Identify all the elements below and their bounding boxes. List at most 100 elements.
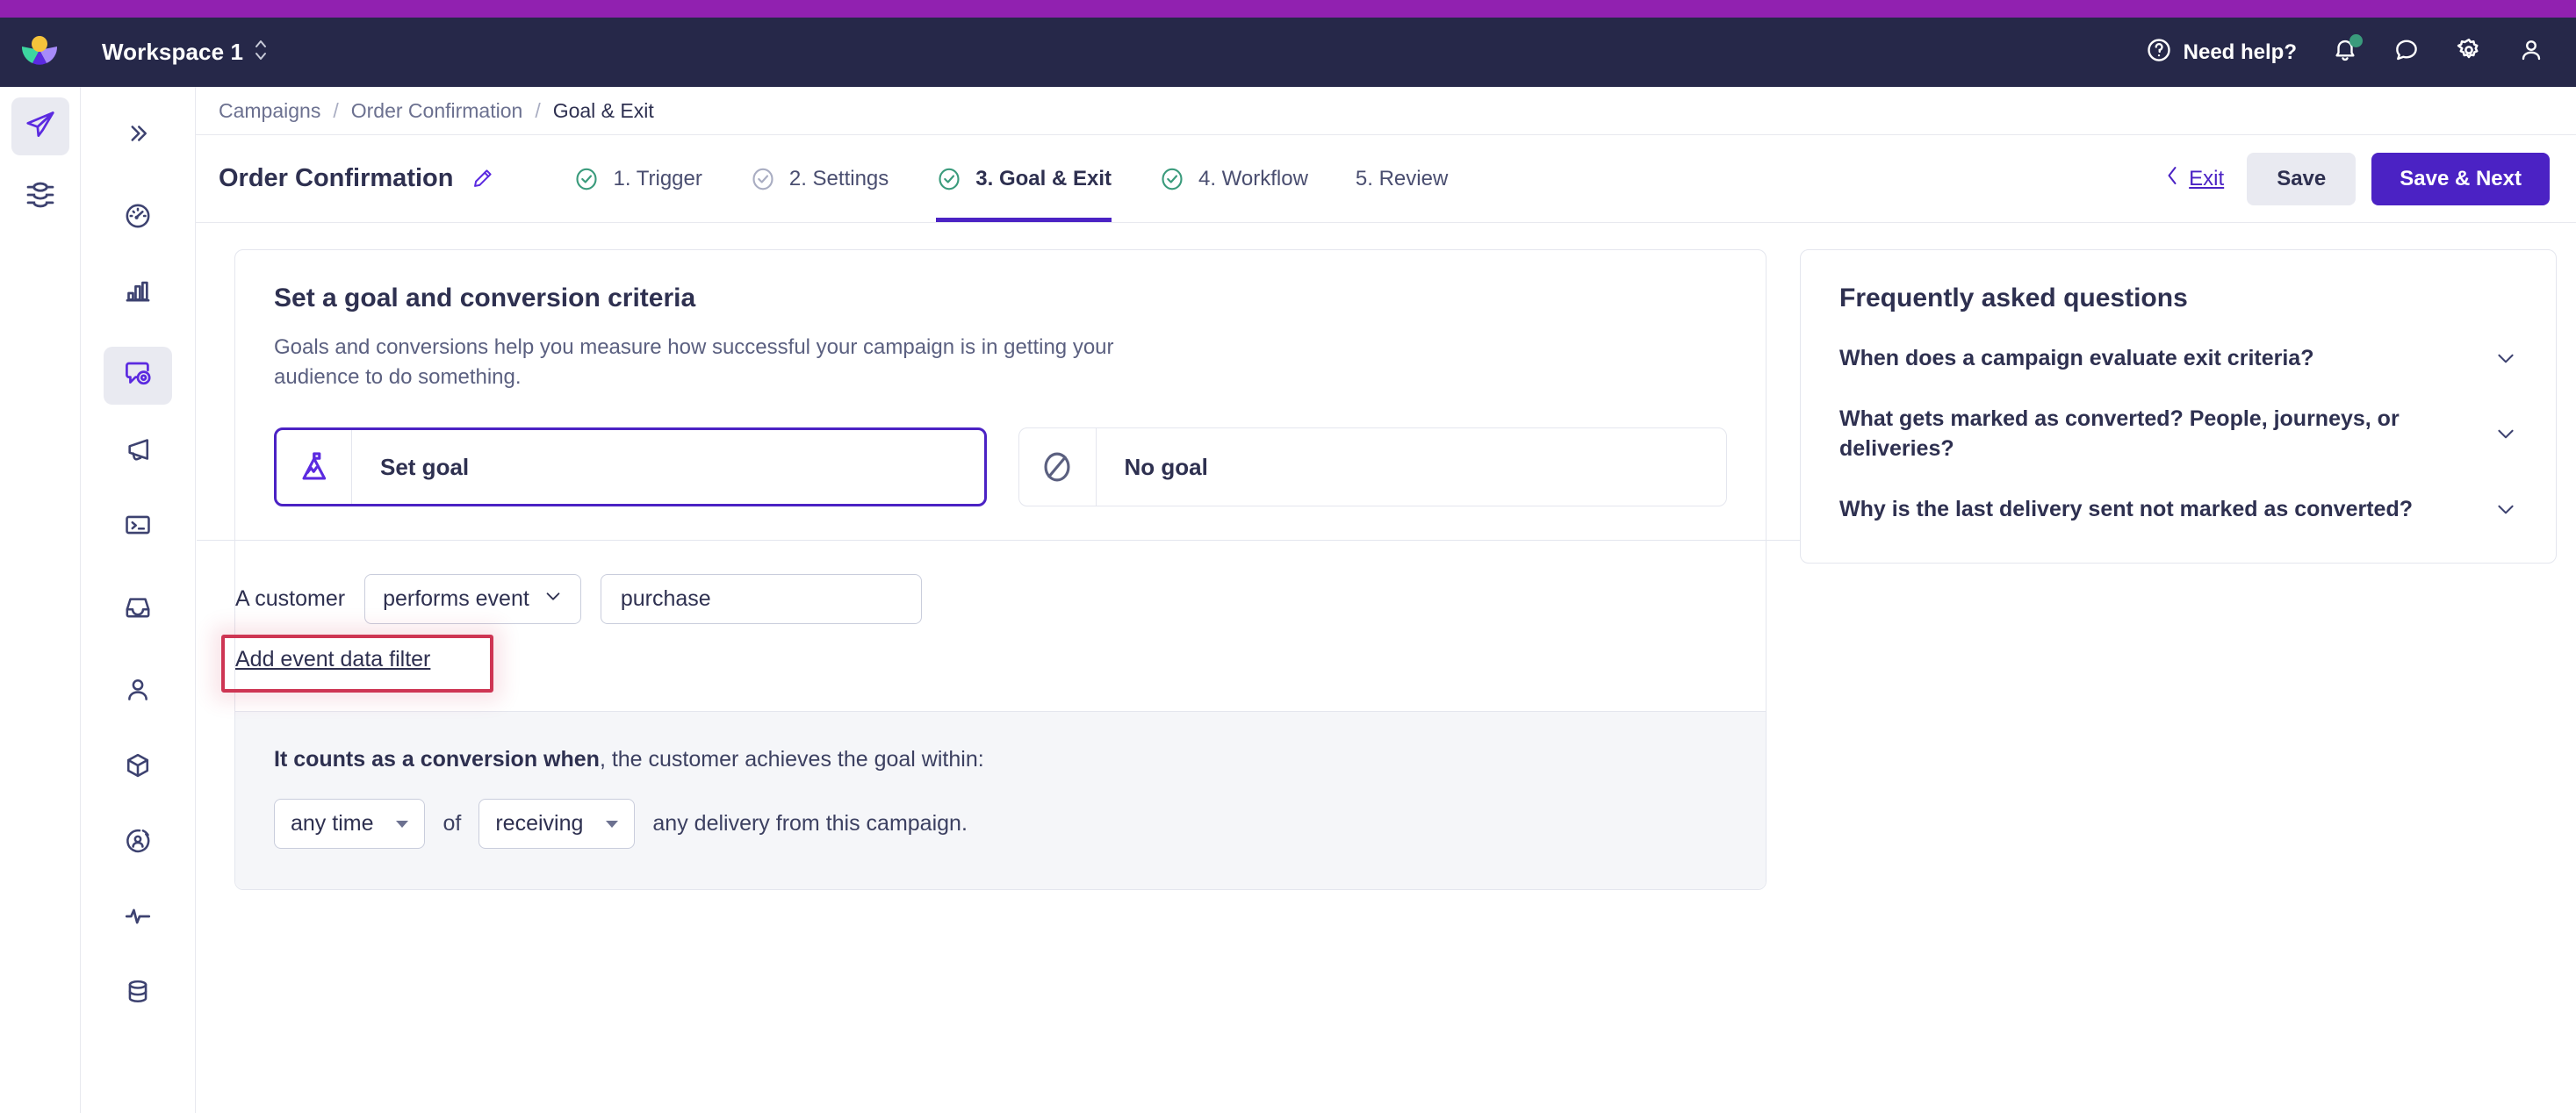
wizard-step-settings[interactable]: 2. Settings bbox=[750, 135, 889, 222]
mountain-flag-icon bbox=[277, 430, 352, 505]
goal-option-set-goal[interactable]: Set goal bbox=[274, 427, 987, 507]
rail-item-data[interactable] bbox=[11, 168, 69, 226]
conversion-lead-bold: It counts as a conversion when bbox=[274, 747, 600, 772]
secondary-sidebar bbox=[81, 87, 196, 1113]
breadcrumb-separator: / bbox=[333, 98, 339, 122]
conversion-joiner-label: of bbox=[443, 811, 462, 837]
wizard-step-label: 1. Trigger bbox=[613, 166, 702, 190]
faq-item-exit-criteria[interactable]: When does a campaign evaluate exit crite… bbox=[1839, 313, 2517, 374]
faq-question: Why is the last delivery sent not marked… bbox=[1839, 496, 2413, 521]
criteria-condition-select[interactable]: performs event bbox=[364, 574, 581, 625]
faq-card: Frequently asked questions When does a c… bbox=[1800, 249, 2557, 564]
main-content: Set a goal and conversion criteria Goals… bbox=[196, 223, 2576, 1113]
add-event-data-filter-wrapper: Add event data filter bbox=[221, 635, 493, 693]
sidebar-item-dashboard[interactable] bbox=[104, 189, 172, 247]
people-person-icon bbox=[123, 675, 153, 709]
wizard-step-label: 5. Review bbox=[1355, 166, 1449, 190]
global-navigation-bar: Workspace 1 Need help? bbox=[0, 18, 2576, 87]
notification-indicator-dot bbox=[2349, 34, 2363, 47]
exit-label: Exit bbox=[2189, 166, 2225, 190]
conversion-tail-label: any delivery from this campaign. bbox=[652, 811, 968, 837]
gear-icon bbox=[2455, 36, 2483, 68]
conversion-relation-value: receiving bbox=[495, 811, 584, 837]
sidebar-item-objects[interactable] bbox=[104, 738, 172, 796]
breadcrumb-item-campaigns[interactable]: Campaigns bbox=[219, 99, 320, 123]
wizard-step-goal-exit[interactable]: 3. Goal & Exit bbox=[936, 135, 1112, 222]
sidebar-item-activity[interactable] bbox=[104, 889, 172, 947]
wizard-step-review[interactable]: 5. Review bbox=[1356, 135, 1448, 222]
rail-item-journeys[interactable] bbox=[11, 97, 69, 155]
wizard-step-label: 4. Workflow bbox=[1198, 166, 1308, 190]
faq-item-marked-converted[interactable]: What gets marked as converted? People, j… bbox=[1839, 374, 2517, 464]
chevron-down-icon bbox=[2494, 347, 2517, 370]
breadcrumb-separator: / bbox=[535, 98, 541, 122]
account-button[interactable] bbox=[2518, 37, 2544, 68]
workspace-name: Workspace 1 bbox=[102, 39, 244, 65]
help-circle-icon bbox=[2146, 37, 2172, 68]
analytics-bar-chart-icon bbox=[123, 276, 153, 311]
need-help-label: Need help? bbox=[2183, 39, 2297, 64]
settings-button[interactable] bbox=[2455, 36, 2483, 68]
inbox-icon bbox=[123, 592, 153, 627]
chat-button[interactable] bbox=[2393, 37, 2420, 68]
customerio-logo bbox=[16, 29, 63, 76]
check-circle-icon bbox=[573, 166, 600, 192]
notifications-button[interactable] bbox=[2332, 34, 2363, 68]
caret-down-icon bbox=[606, 820, 619, 828]
chevron-down-icon bbox=[543, 586, 563, 612]
exit-button[interactable]: Exit bbox=[2165, 164, 2224, 193]
user-icon bbox=[2518, 37, 2544, 68]
sidebar-item-data-sources[interactable] bbox=[104, 965, 172, 1023]
wizard-header: Order Confirmation 1. Trigger 2. Setting… bbox=[196, 135, 2576, 223]
goal-option-no-goal[interactable]: No goal bbox=[1018, 427, 1727, 507]
sidebar-collapse-toggle[interactable] bbox=[104, 106, 172, 164]
goal-card-title: Set a goal and conversion criteria bbox=[274, 284, 696, 312]
wizard-step-trigger[interactable]: 1. Trigger bbox=[573, 135, 702, 222]
criteria-prefix-label: A customer bbox=[235, 586, 346, 612]
no-entry-icon bbox=[1019, 428, 1097, 506]
conversion-lead-rest: , the customer achieves the goal within: bbox=[599, 747, 984, 772]
breadcrumb-item-current: Goal & Exit bbox=[552, 98, 654, 122]
chat-bubble-icon bbox=[2393, 37, 2420, 68]
sidebar-item-campaigns[interactable] bbox=[104, 347, 172, 405]
save-button[interactable]: Save bbox=[2247, 152, 2357, 205]
breadcrumb: Campaigns / Order Confirmation / Goal & … bbox=[196, 87, 2576, 135]
breadcrumb-item-order-confirmation[interactable]: Order Confirmation bbox=[351, 99, 523, 123]
chevron-double-right-icon bbox=[125, 120, 151, 151]
campaigns-icon bbox=[122, 358, 154, 394]
event-name-input[interactable] bbox=[600, 574, 922, 625]
goal-option-label: No goal bbox=[1124, 453, 1208, 480]
sidebar-item-inbox[interactable] bbox=[104, 580, 172, 638]
faq-title: Frequently asked questions bbox=[1839, 284, 2188, 312]
sidebar-item-transactional[interactable] bbox=[104, 498, 172, 556]
wizard-step-workflow[interactable]: 4. Workflow bbox=[1159, 135, 1308, 222]
faq-item-last-delivery[interactable]: Why is the last delivery sent not marked… bbox=[1839, 464, 2517, 525]
sidebar-item-people[interactable] bbox=[104, 663, 172, 721]
conversion-relation-select[interactable]: receiving bbox=[479, 799, 636, 850]
segments-icon bbox=[123, 826, 153, 860]
conversion-window-value: any time bbox=[291, 811, 374, 837]
criteria-condition-value: performs event bbox=[383, 586, 529, 612]
sidebar-item-analytics[interactable] bbox=[104, 264, 172, 322]
add-event-data-filter-link[interactable]: Add event data filter bbox=[235, 647, 430, 671]
dashboard-gauge-icon bbox=[123, 201, 153, 235]
faq-question: What gets marked as converted? People, j… bbox=[1839, 406, 2400, 462]
workspace-switcher[interactable]: Workspace 1 bbox=[102, 37, 268, 68]
pencil-icon[interactable] bbox=[471, 167, 494, 190]
save-and-next-button[interactable]: Save & Next bbox=[2371, 152, 2550, 205]
goal-settings-card: Set a goal and conversion criteria Goals… bbox=[197, 249, 1804, 891]
conversion-window-select[interactable]: any time bbox=[274, 799, 426, 850]
page-title: Order Confirmation bbox=[219, 164, 454, 192]
need-help-button[interactable]: Need help? bbox=[2146, 37, 2297, 68]
broadcasts-megaphone-icon bbox=[123, 434, 153, 469]
wizard-step-label: 2. Settings bbox=[788, 166, 889, 190]
goal-criteria-section: A customer performs event purchase Add e… bbox=[197, 540, 1804, 711]
sidebar-item-segments[interactable] bbox=[104, 814, 172, 872]
check-circle-icon bbox=[936, 166, 962, 192]
chevron-down-icon bbox=[2494, 498, 2517, 521]
sidebar-item-broadcasts[interactable] bbox=[104, 422, 172, 480]
conversion-lead-text: It counts as a conversion when, the cust… bbox=[274, 747, 1727, 772]
top-accent-bar bbox=[0, 0, 2576, 18]
transactional-terminal-icon bbox=[123, 510, 153, 544]
paper-plane-icon bbox=[24, 108, 57, 146]
